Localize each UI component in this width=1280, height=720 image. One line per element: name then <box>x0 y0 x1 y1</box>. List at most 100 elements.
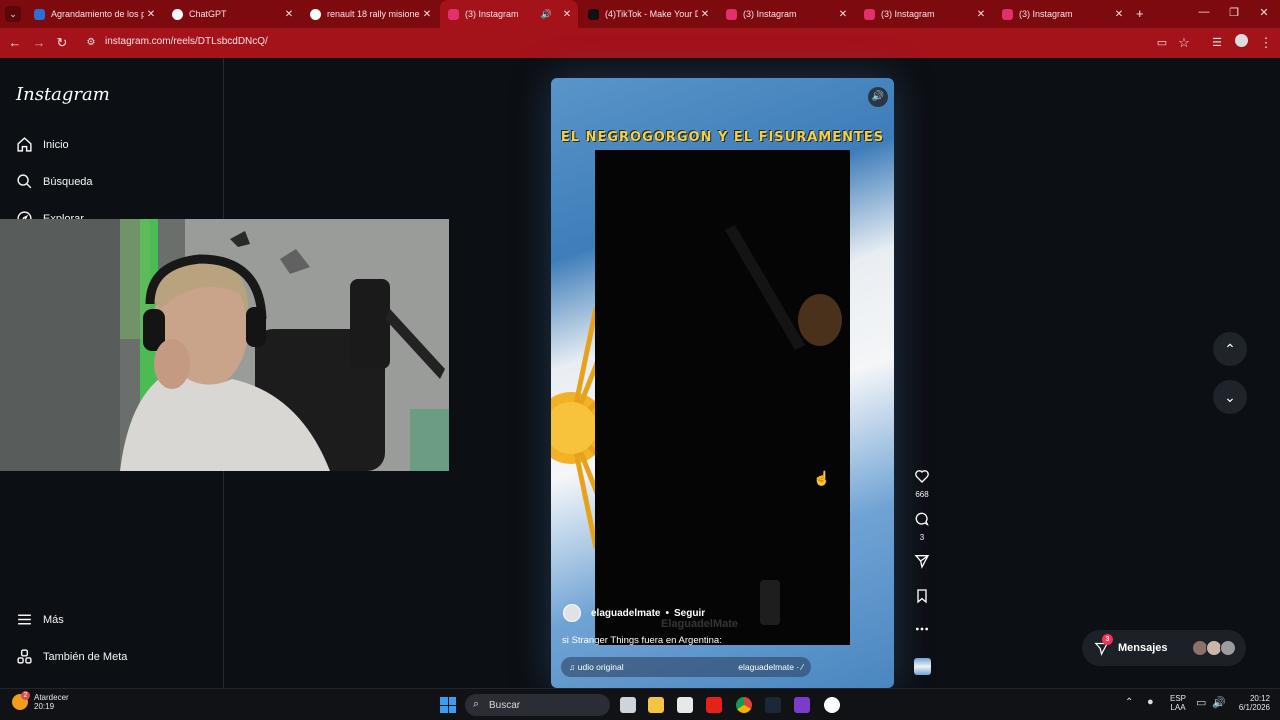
save-button[interactable] <box>910 588 934 609</box>
tab-title: renault 18 rally misiones : <box>327 9 420 19</box>
windows-taskbar: 2 Atardecer 20:19 ⌕ Buscar ⌃ ● ESP LAA ▭… <box>0 688 1280 720</box>
clock-time: 20:12 <box>1249 694 1270 703</box>
more-options-button[interactable] <box>910 621 934 642</box>
lang-layout: LAA <box>1170 703 1186 712</box>
site-info-icon[interactable]: ⚙ <box>82 34 100 52</box>
clock[interactable]: 20:12 6/1/2026 <box>1232 694 1270 712</box>
bookmark-star-icon[interactable]: ☆ <box>1175 34 1193 52</box>
instagram-favicon-icon <box>726 8 737 20</box>
nav-item-busqueda[interactable]: Búsqueda <box>16 173 93 190</box>
next-reel-button[interactable]: ⌄ <box>1213 380 1247 414</box>
nav-label: Búsqueda <box>43 175 93 188</box>
reel-video-frame <box>595 150 850 645</box>
close-window-icon[interactable]: ✕ <box>1256 6 1272 19</box>
language-indicator[interactable]: ESP LAA <box>1170 694 1186 712</box>
reload-icon[interactable]: ↻ <box>53 34 71 52</box>
tab-1[interactable]: ChatGPT ✕ <box>164 0 300 28</box>
youtube-icon[interactable] <box>706 697 722 713</box>
minimize-icon[interactable]: — <box>1196 6 1212 18</box>
tab-4[interactable]: (4)TikTok - Make Your Day ✕ <box>580 0 716 28</box>
app-icon[interactable] <box>794 697 810 713</box>
tab-2[interactable]: renault 18 rally misiones : ✕ <box>302 0 438 28</box>
author-avatar[interactable] <box>563 604 581 622</box>
weather-widget[interactable]: 2 Atardecer 20:19 <box>12 691 69 711</box>
task-view-icon[interactable] <box>620 697 636 713</box>
steam-icon[interactable] <box>765 697 781 713</box>
tab-close-icon[interactable]: ✕ <box>1112 9 1126 20</box>
volume-tray-icon[interactable]: 🔊 <box>1212 696 1226 709</box>
tab-close-icon[interactable]: ✕ <box>698 9 712 20</box>
tab-6[interactable]: (3) Instagram ✕ <box>856 0 992 28</box>
settings-icon[interactable] <box>824 697 840 713</box>
audio-thumbnail[interactable] <box>910 658 934 680</box>
instagram-logo[interactable]: Instagram <box>16 84 110 105</box>
messages-label: Mensajes <box>1118 642 1168 654</box>
messages-badge: 3 <box>1102 634 1113 645</box>
tab-7[interactable]: (3) Instagram ✕ <box>994 0 1130 28</box>
nav-item-inicio[interactable]: Inicio <box>16 136 69 153</box>
search-icon: ⌕ <box>473 698 480 710</box>
separator-dot: • <box>665 607 669 619</box>
clock-date: 6/1/2026 <box>1238 703 1270 712</box>
reel-player[interactable]: EL NEGROGORGON Y EL FISURAMENTES Elaguad… <box>551 78 894 688</box>
cast-icon[interactable]: ▭ <box>1153 34 1171 52</box>
volume-icon[interactable]: 🔊 <box>868 87 888 107</box>
instagram-favicon-icon <box>1002 8 1013 20</box>
more-horizontal-icon <box>916 627 928 631</box>
tiktok-favicon-icon <box>588 8 599 20</box>
tab-close-icon[interactable]: ✕ <box>144 9 158 20</box>
taskbar-search[interactable]: ⌕ Buscar <box>465 694 610 716</box>
instagram-favicon-icon <box>448 8 459 20</box>
previous-reel-button[interactable]: ⌃ <box>1213 332 1247 366</box>
message-avatars <box>1192 640 1240 656</box>
back-icon[interactable]: ← <box>6 34 24 52</box>
tab-close-icon[interactable]: ✕ <box>420 9 434 20</box>
audio-author: elaguadelmate · ∕ <box>738 662 803 672</box>
comment-button[interactable]: 3 <box>910 511 934 542</box>
share-button[interactable] <box>910 553 934 574</box>
chrome-icon[interactable] <box>736 697 752 713</box>
taskbar-search-placeholder: Buscar <box>489 699 521 711</box>
profile-avatar-icon[interactable] <box>1232 34 1250 52</box>
weather-icon: 2 <box>12 691 30 710</box>
tab-title: (3) Instagram <box>881 9 935 19</box>
restore-icon[interactable]: ❐ <box>1226 6 1242 19</box>
audio-original-label: udio original <box>577 662 624 672</box>
reel-audio-bar[interactable]: ♫ udio original elaguadelmate · ∕ <box>561 657 811 677</box>
nav-label: Inicio <box>43 138 69 151</box>
forward-icon[interactable]: → <box>30 34 48 52</box>
tab-close-icon[interactable]: ✕ <box>282 9 296 20</box>
store-icon[interactable] <box>677 697 693 713</box>
messages-button[interactable]: 3 Mensajes <box>1082 630 1246 666</box>
nav-item-mas[interactable]: Más <box>16 611 64 628</box>
reel-caption[interactable]: si Stranger Things fuera en Argentina: <box>562 635 722 646</box>
new-tab-button[interactable]: + <box>1136 6 1144 21</box>
tab-5[interactable]: (3) Instagram ✕ <box>718 0 854 28</box>
start-button[interactable] <box>440 697 456 713</box>
author-username[interactable]: elaguadelmate <box>591 608 660 619</box>
send-icon <box>914 555 930 569</box>
reel-title: EL NEGROGORGON Y EL FISURAMENTES <box>560 130 885 145</box>
follow-button[interactable]: Seguir <box>674 608 705 619</box>
like-button[interactable]: 668 <box>910 468 934 499</box>
tab-close-icon[interactable]: ✕ <box>974 9 988 20</box>
home-icon <box>17 137 32 152</box>
network-icon[interactable]: ▭ <box>1196 696 1206 709</box>
file-explorer-icon[interactable] <box>648 697 664 713</box>
like-count: 668 <box>915 490 929 499</box>
menu-kebab-icon[interactable]: ⋮ <box>1257 34 1275 52</box>
microphone-icon[interactable]: ● <box>1147 696 1154 708</box>
tab-search-button[interactable]: ⌄ <box>5 6 21 22</box>
tab-close-icon[interactable]: ✕ <box>560 9 574 20</box>
reel-video[interactable] <box>595 150 850 645</box>
tab-3[interactable]: (3) Instagram 🔊 ✕ <box>440 0 578 28</box>
tab-title: Agrandamiento de los pe <box>51 9 144 19</box>
address-bar[interactable]: instagram.com/reels/DTLsbcdDNcQ/ <box>105 36 268 47</box>
speaker-icon[interactable]: 🔊 <box>541 9 552 20</box>
tray-chevron-icon[interactable]: ⌃ <box>1125 697 1133 708</box>
tab-search-icon[interactable]: ☰ <box>1208 34 1226 52</box>
nav-item-tambien-de-meta[interactable]: También de Meta <box>16 648 127 665</box>
tab-0[interactable]: Agrandamiento de los pe ✕ <box>26 0 162 28</box>
tab-close-icon[interactable]: ✕ <box>836 9 850 20</box>
nav-label: Más <box>43 613 64 626</box>
